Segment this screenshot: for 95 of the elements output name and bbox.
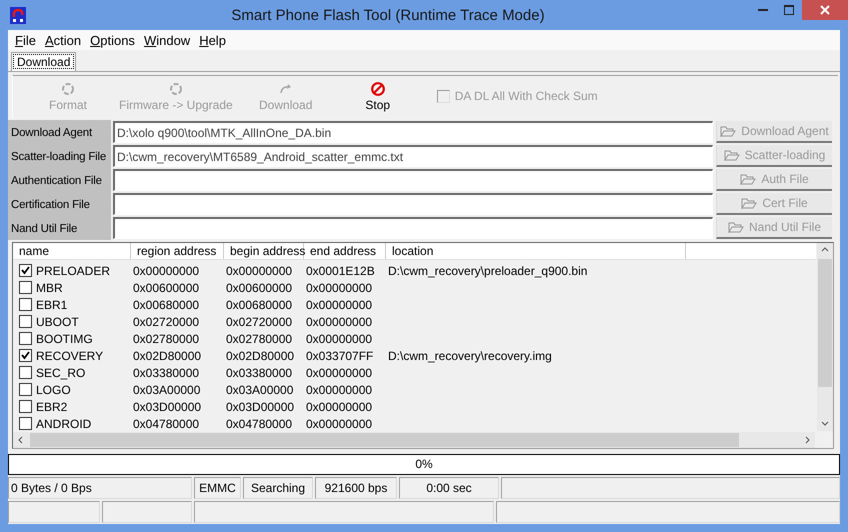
table-cell-text: 0x02780000 <box>225 332 294 346</box>
row-checkbox[interactable] <box>19 400 32 413</box>
close-button[interactable] <box>802 0 848 20</box>
table-cell-text: MBR <box>36 280 64 294</box>
folder-icon <box>740 174 756 184</box>
table-cell-text: 0x00000000 <box>305 314 374 328</box>
table-cell-text: EBR2 <box>36 400 68 414</box>
table-cell-text: PRELOADER <box>36 264 112 278</box>
row-checkbox[interactable] <box>19 298 32 311</box>
table-cell-text: 0x00680000 <box>225 298 294 312</box>
table-cell-text: 0x00600000 <box>225 280 294 294</box>
row-checkbox[interactable] <box>19 264 32 277</box>
row-checkbox[interactable] <box>19 383 32 396</box>
status-text: EMMC <box>194 477 241 499</box>
table-cell-text: D:\cwm_recovery\recovery.img <box>387 348 553 362</box>
table-cell-text: 0x033707FF <box>305 348 374 362</box>
check-icon <box>21 351 30 360</box>
firmware-icon <box>168 82 183 96</box>
redo-arrow-icon <box>278 82 293 96</box>
table-cell-text: 0x02D80000 <box>225 348 296 362</box>
table-cell-text: RECOVERY <box>36 348 104 362</box>
file-path-field[interactable] <box>113 169 713 191</box>
menu-item[interactable]: Help <box>196 32 232 48</box>
column-header[interactable]: location <box>386 243 686 259</box>
row-checkbox[interactable] <box>19 366 32 379</box>
table-cell-text: 0x0001E12B <box>305 264 376 278</box>
table-cell-text: UBOOT <box>36 314 80 328</box>
field-label: Scatter-loading File <box>8 144 111 168</box>
table-cell-text: 0x00000000 <box>305 416 374 430</box>
tab[interactable]: Download <box>11 52 76 71</box>
table-cell-text: EBR1 <box>36 298 68 312</box>
table-cell-text: 0x00000000 <box>305 298 374 312</box>
file-path-field[interactable] <box>113 217 713 239</box>
table-cell-text: 0x00000000 <box>305 366 374 380</box>
row-checkbox[interactable] <box>19 417 32 430</box>
window-title: Smart Phone Flash Tool (Runtime Trace Mode) <box>230 6 546 24</box>
status-text: 921600 bps <box>315 477 397 499</box>
row-checkbox[interactable] <box>19 349 32 362</box>
close-icon <box>820 5 830 15</box>
column-header[interactable]: begin address <box>224 243 304 259</box>
table-cell-text: 0x03D00000 <box>132 400 202 414</box>
table-cell-text: 0x02720000 <box>225 314 294 328</box>
row-checkbox[interactable] <box>19 281 32 294</box>
stop-icon <box>370 82 385 96</box>
table-cell-text: 0x03D00000 <box>225 400 296 414</box>
menu-item[interactable]: Window <box>140 32 196 48</box>
table-cell-text: BOOTIMG <box>36 332 94 346</box>
table-cell-text: 0x00600000 <box>132 280 200 294</box>
folder-icon <box>720 126 736 136</box>
status-text: 0:00 sec <box>399 477 499 499</box>
progress-text: 0% <box>414 457 434 471</box>
folder-icon <box>741 198 758 208</box>
table-cell-text: 0x00000000 <box>132 264 200 278</box>
table-cell-text: 0x00680000 <box>132 298 200 312</box>
menu-item[interactable]: Action <box>42 32 88 48</box>
table-cell-text: 0x02720000 <box>132 314 200 328</box>
maximize-icon <box>784 5 794 15</box>
table-cell-text: 0x00000000 <box>305 332 374 346</box>
table-cell-text: D:\cwm_recovery\preloader_q900.bin <box>387 264 588 278</box>
table-cell-text: ANDROID <box>36 416 92 430</box>
table-cell-text: 0x03380000 <box>225 366 294 380</box>
field-label: Authentication File <box>8 168 111 192</box>
app-icon <box>10 6 26 24</box>
column-header[interactable]: region address <box>131 243 224 259</box>
menu-item[interactable]: Options <box>87 32 141 48</box>
column-header[interactable]: name <box>13 243 131 259</box>
check-icon <box>21 266 30 275</box>
table-cell-text: 0x00000000 <box>305 382 374 396</box>
field-label: Nand Util File <box>8 216 111 240</box>
status-text: Searching <box>243 477 313 499</box>
table-cell-text: 0x02780000 <box>132 332 200 346</box>
row-checkbox[interactable] <box>19 315 32 328</box>
field-label: Download Agent <box>8 120 111 144</box>
table-cell-text: 0x04780000 <box>132 416 200 430</box>
folder-icon <box>724 150 740 160</box>
column-header[interactable]: end address <box>304 243 386 259</box>
field-label: Certification File <box>8 192 111 216</box>
table-cell-text: LOGO <box>36 382 72 396</box>
minimize-icon <box>758 9 768 11</box>
stop-button[interactable]: Stop <box>362 82 393 112</box>
row-checkbox[interactable] <box>19 332 32 345</box>
file-path-field[interactable] <box>113 193 713 215</box>
table-cell-text: 0x02D80000 <box>132 348 202 362</box>
table-cell-text: 0x03A00000 <box>225 382 294 396</box>
menu-item[interactable]: File <box>12 32 42 48</box>
table-cell-text: 0x03A00000 <box>132 382 202 396</box>
table-cell-text: 0x00000000 <box>225 264 294 278</box>
folder-icon <box>728 222 744 232</box>
status-text: 0 Bytes / 0 Bps <box>8 477 192 499</box>
format-icon <box>61 82 75 96</box>
table-cell-text: 0x00000000 <box>305 280 374 294</box>
table-cell-text: 0x00000000 <box>305 400 374 414</box>
table-cell-text: 0x03380000 <box>132 366 200 380</box>
table-cell-text: 0x04780000 <box>225 416 294 430</box>
table-cell-text: SEC_RO <box>36 366 86 380</box>
